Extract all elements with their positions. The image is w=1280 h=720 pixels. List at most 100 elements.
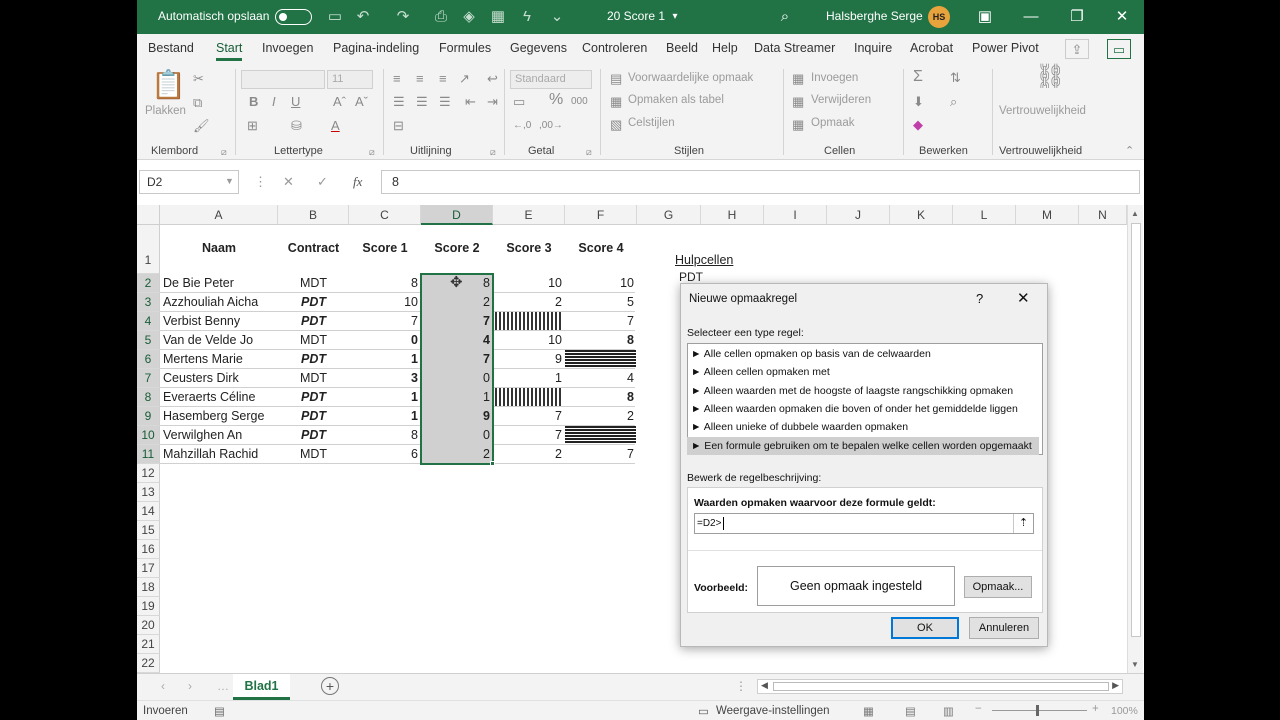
menu-formules[interactable]: Formules	[439, 41, 491, 55]
name-cell[interactable]: Mertens Marie	[160, 350, 278, 369]
score3-cell[interactable]: 2	[493, 445, 565, 464]
scroll-up-icon[interactable]: ▲	[1131, 209, 1139, 218]
row-header-22[interactable]: 22	[137, 654, 160, 673]
sheet-tab-blad1[interactable]: Blad1	[233, 674, 290, 700]
table-header-cell[interactable]: Score 2	[421, 239, 493, 259]
align-top-icon[interactable]: ≡	[393, 71, 401, 87]
font-color-icon[interactable]: A	[331, 118, 340, 134]
score1-cell[interactable]: 7	[349, 312, 421, 331]
name-cell[interactable]: Verwilghen An	[160, 426, 278, 445]
chevron-down-icon[interactable]: ▼	[225, 176, 234, 186]
score3-cell[interactable]: 1	[493, 369, 565, 388]
score1-cell[interactable]: 1	[349, 388, 421, 407]
row-header-13[interactable]: 13	[137, 483, 160, 502]
menu-data-streamer[interactable]: Data Streamer	[754, 41, 835, 55]
sensitivity-icon[interactable]: ⛓	[1035, 65, 1065, 89]
score3-cell[interactable]	[493, 312, 565, 331]
fill-icon[interactable]: ⬇	[913, 94, 924, 110]
increase-indent-icon[interactable]: ⇥	[487, 94, 498, 110]
macro-icon[interactable]: ▤	[214, 704, 225, 718]
fill-handle[interactable]	[490, 461, 495, 466]
contract-cell[interactable]: PDT	[278, 407, 349, 426]
zoom-out-icon[interactable]: −	[975, 703, 982, 715]
table-header-cell[interactable]: Contract	[278, 239, 349, 259]
column-header-i[interactable]: I	[764, 205, 827, 225]
menu-start[interactable]: Start	[216, 41, 243, 61]
row-header-11[interactable]: 11	[137, 445, 160, 464]
menu-pagina-indeling[interactable]: Pagina-indeling	[333, 41, 419, 55]
menu-power-pivot[interactable]: Power Pivot	[972, 41, 1039, 55]
print-icon[interactable]: ⎙	[431, 7, 451, 27]
menu-beeld[interactable]: Beeld	[666, 41, 698, 55]
score3-cell[interactable]: 10	[493, 274, 565, 293]
wrap-text-icon[interactable]: ↩	[487, 71, 498, 87]
score1-cell[interactable]: 10	[349, 293, 421, 312]
select-all-corner[interactable]	[137, 205, 160, 225]
menu-gegevens[interactable]: Gegevens	[510, 41, 567, 55]
score4-cell[interactable]	[565, 350, 637, 369]
format-cells-button[interactable]: Opmaak	[811, 117, 854, 129]
more-sheets-icon[interactable]: …	[217, 679, 229, 693]
score1-cell[interactable]: 1	[349, 350, 421, 369]
help-button[interactable]: ?	[976, 291, 983, 306]
name-cell[interactable]: De Bie Peter	[160, 274, 278, 293]
borders-icon[interactable]: ⊞	[247, 118, 258, 134]
rule-type-item[interactable]: ► Alleen unieke of dubbele waarden opmak…	[687, 418, 1039, 436]
column-header-k[interactable]: K	[890, 205, 953, 225]
menu-help[interactable]: Help	[712, 41, 738, 55]
contract-cell[interactable]: PDT	[278, 350, 349, 369]
column-header-b[interactable]: B	[278, 205, 349, 225]
rule-type-item[interactable]: ► Alleen waarden met de hoogste of laags…	[687, 382, 1039, 400]
column-header-g[interactable]: G	[637, 205, 701, 225]
cancel-button[interactable]: Annuleren	[969, 617, 1039, 639]
score3-cell[interactable]: 9	[493, 350, 565, 369]
insert-cells-icon[interactable]: ▦	[792, 71, 804, 87]
score4-cell[interactable]: 8	[565, 388, 637, 407]
column-header-j[interactable]: J	[827, 205, 890, 225]
cell-styles-button[interactable]: Celstijlen	[628, 117, 675, 129]
row-header-15[interactable]: 15	[137, 521, 160, 540]
flash-icon[interactable]: ϟ	[517, 7, 537, 27]
table-icon[interactable]: ▦	[488, 7, 508, 27]
align-center-icon[interactable]: ☰	[416, 94, 428, 110]
helper-title[interactable]: Hulpcellen	[672, 251, 752, 269]
row-header-5[interactable]: 5	[137, 331, 160, 350]
row-header-14[interactable]: 14	[137, 502, 160, 521]
score1-cell[interactable]: 8	[349, 426, 421, 445]
row-header-3[interactable]: 3	[137, 293, 160, 312]
share-icon[interactable]: ⇪	[1065, 39, 1089, 59]
score4-cell[interactable]: 7	[565, 312, 637, 331]
confirm-entry-icon[interactable]: ✓	[317, 174, 328, 190]
dialog-launcher-icon[interactable]: ⧄	[586, 144, 592, 160]
scroll-down-icon[interactable]: ▼	[1131, 660, 1139, 669]
row-header-17[interactable]: 17	[137, 559, 160, 578]
collapse-ribbon-icon[interactable]: ⌃	[1125, 143, 1134, 159]
merge-icon[interactable]: ⊟	[393, 118, 404, 134]
row-header-2[interactable]: 2	[137, 274, 160, 293]
sensitivity-button[interactable]: Vertrouwelijkheid	[999, 105, 1086, 117]
percent-button[interactable]: %	[549, 92, 563, 108]
customize-icon[interactable]: ⌄	[547, 7, 567, 27]
rule-type-item[interactable]: ► Een formule gebruiken om te bepalen we…	[687, 436, 1039, 455]
redo-icon[interactable]: ↷	[393, 7, 413, 27]
menu-bestand[interactable]: Bestand	[148, 41, 194, 55]
format-as-table-icon[interactable]: ▦	[610, 94, 622, 110]
zoom-in-icon[interactable]: +	[1092, 703, 1099, 715]
font-name-select[interactable]	[241, 70, 325, 89]
horizontal-scrollbar[interactable]: ◀ ▶	[757, 679, 1123, 694]
vertical-scrollbar[interactable]: ▲ ▼	[1127, 205, 1143, 673]
fill-color-icon[interactable]: ⛁	[291, 118, 302, 134]
scroll-right-icon[interactable]: ▶	[1112, 680, 1119, 691]
formula-input[interactable]: =D2> ⇡	[694, 513, 1034, 534]
comments-icon[interactable]: ▭	[1107, 39, 1131, 59]
cell-styles-icon[interactable]: ▧	[610, 117, 622, 133]
clear-icon[interactable]: ◆	[913, 117, 923, 133]
score1-cell[interactable]: 6	[349, 445, 421, 464]
column-header-h[interactable]: H	[701, 205, 764, 225]
contract-cell[interactable]: PDT	[278, 388, 349, 407]
thousands-button[interactable]: 000	[571, 94, 588, 110]
name-cell[interactable]: Verbist Benny	[160, 312, 278, 331]
menu-invoegen[interactable]: Invoegen	[262, 41, 313, 55]
row-header-4[interactable]: 4	[137, 312, 160, 331]
dialog-launcher-icon[interactable]: ⧄	[490, 144, 496, 160]
